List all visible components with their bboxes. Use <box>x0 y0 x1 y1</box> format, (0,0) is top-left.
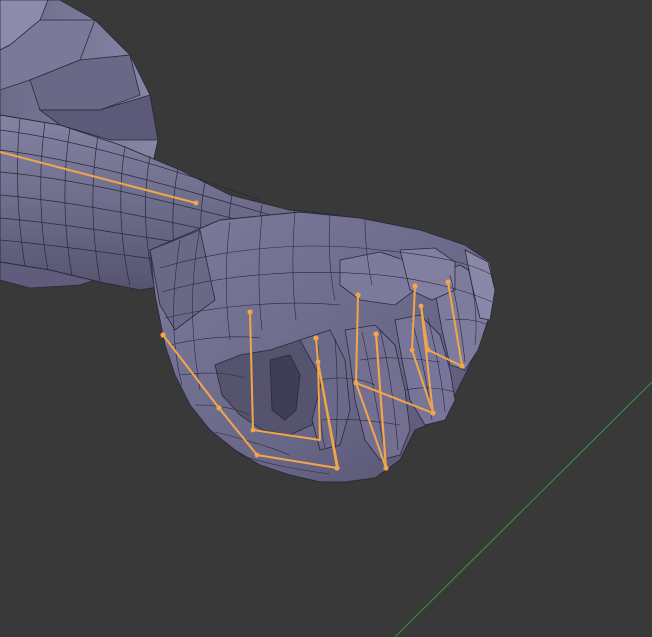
scene-canvas[interactable] <box>0 0 652 637</box>
bone-joint[interactable] <box>250 427 256 433</box>
bone-joint[interactable] <box>373 331 379 337</box>
3d-viewport[interactable] <box>0 0 652 637</box>
bone-joint[interactable] <box>459 363 465 369</box>
bone-joint[interactable] <box>353 380 359 386</box>
bone-joint[interactable] <box>334 465 340 471</box>
bone-joint[interactable] <box>412 283 418 289</box>
bone-joint[interactable] <box>193 200 199 206</box>
bone-joint[interactable] <box>445 279 451 285</box>
bone-joint[interactable] <box>216 405 222 411</box>
bone-joint[interactable] <box>355 292 361 298</box>
bone-joint[interactable] <box>313 335 319 341</box>
fist-mesh[interactable] <box>149 211 496 483</box>
bone-joint[interactable] <box>383 465 389 471</box>
bone-joint[interactable] <box>409 347 415 353</box>
bone-joint[interactable] <box>160 332 166 338</box>
bone-joint[interactable] <box>425 347 431 353</box>
bone-joint[interactable] <box>315 359 321 365</box>
bone-joint[interactable] <box>430 410 436 416</box>
bone-joint[interactable] <box>254 452 260 458</box>
bone-joint[interactable] <box>247 309 253 315</box>
bone-joint[interactable] <box>418 303 424 309</box>
